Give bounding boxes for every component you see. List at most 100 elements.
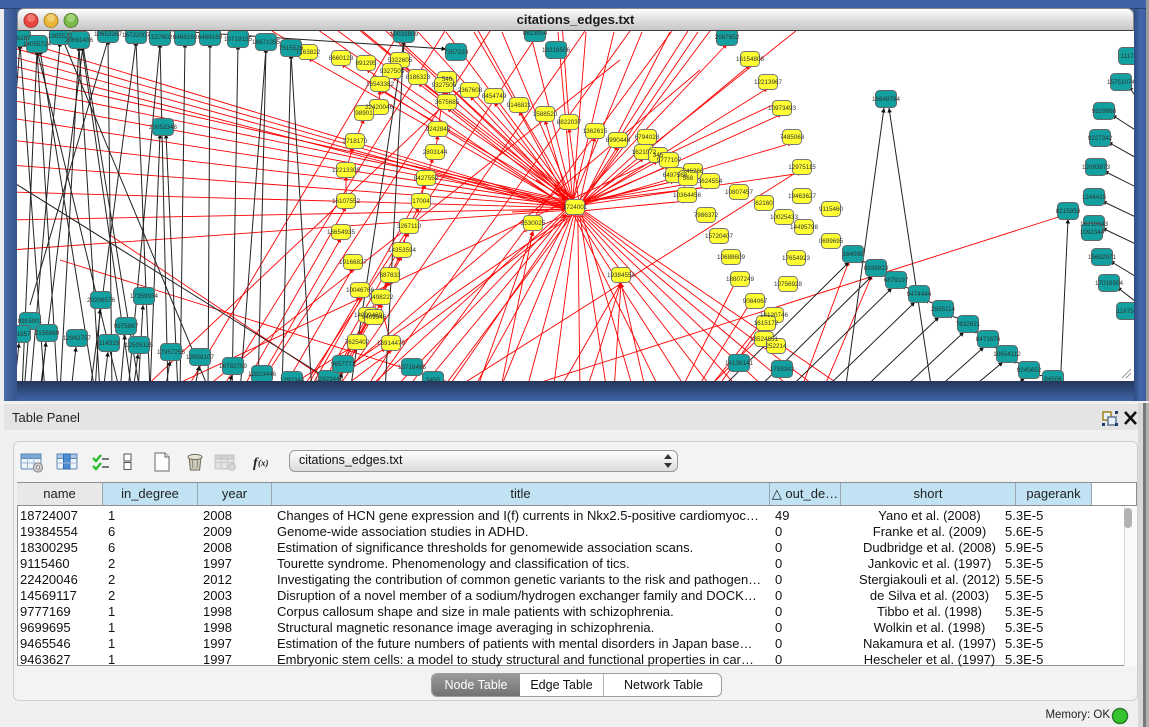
svg-text:8938923: 8938923 [864, 265, 889, 272]
svg-text:8813054: 8813054 [523, 31, 548, 37]
svg-text:12093873: 12093873 [1082, 164, 1111, 171]
svg-text:9327503: 9327503 [380, 68, 405, 75]
svg-text:9777107: 9777107 [657, 157, 682, 164]
svg-text:2087652: 2087652 [715, 34, 740, 41]
svg-text:7625402: 7625402 [345, 339, 370, 346]
svg-text:17957255: 17957255 [157, 349, 186, 356]
svg-text:9975867: 9975867 [114, 323, 139, 330]
svg-text:16543382: 16543382 [366, 81, 395, 88]
svg-text:98901: 98901 [355, 110, 373, 117]
svg-text:887833: 887833 [379, 272, 401, 279]
svg-text:16120746: 16120746 [760, 312, 789, 319]
svg-text:8186323: 8186323 [406, 74, 431, 81]
svg-text:5322605: 5322605 [388, 57, 413, 64]
svg-text:9409946: 9409946 [362, 314, 387, 321]
svg-text:8471676: 8471676 [976, 336, 1001, 343]
svg-text:1244415: 1244415 [1082, 194, 1107, 201]
svg-text:114519: 114519 [99, 340, 120, 347]
svg-text:10033809: 10033809 [390, 31, 419, 38]
svg-text:2803144: 2803144 [423, 149, 448, 156]
svg-text:9474444: 9474444 [907, 291, 932, 298]
svg-text:9329966: 9329966 [1092, 108, 1117, 115]
svg-text:20691406: 20691406 [65, 37, 94, 44]
svg-text:16782759: 16782759 [219, 363, 248, 370]
svg-text:1527602: 1527602 [148, 34, 173, 41]
svg-text:164095: 164095 [842, 251, 864, 258]
svg-text:9498222: 9498222 [369, 294, 394, 301]
svg-text:14055724: 14055724 [23, 41, 52, 48]
svg-text:12942757: 12942757 [63, 335, 92, 342]
svg-text:2935114: 2935114 [931, 306, 956, 313]
svg-text:12213309: 12213309 [332, 167, 361, 174]
svg-text:6466160: 6466160 [198, 34, 223, 41]
svg-text:391557: 391557 [17, 331, 31, 338]
svg-text:9227342: 9227342 [1088, 135, 1113, 142]
svg-text:746266: 746266 [682, 168, 704, 175]
svg-text:12975115: 12975115 [788, 164, 816, 171]
svg-text:10807457: 10807457 [725, 189, 754, 196]
svg-text:12505135: 12505135 [125, 342, 154, 349]
svg-text:8427552: 8427552 [414, 175, 439, 182]
svg-text:2530025: 2530025 [521, 220, 546, 227]
svg-text:16210643: 16210643 [1080, 221, 1109, 228]
svg-text:15720407: 15720407 [705, 233, 734, 240]
svg-text:9146821: 9146821 [507, 102, 532, 109]
svg-text:0699695: 0699695 [819, 238, 844, 245]
svg-text:11175: 11175 [1121, 53, 1134, 60]
svg-text:6879197: 6879197 [884, 277, 909, 284]
svg-text:7357224: 7357224 [444, 49, 469, 56]
svg-text:16654935: 16654935 [327, 229, 356, 236]
svg-text:17004: 17004 [412, 198, 430, 205]
svg-text:10046766: 10046766 [346, 287, 375, 294]
svg-text:9327505: 9327505 [432, 82, 457, 89]
svg-text:1724001: 1724001 [563, 204, 588, 211]
svg-text:14136141: 14136141 [725, 360, 754, 367]
svg-text:6794028: 6794028 [635, 134, 660, 141]
svg-text:14353594: 14353594 [388, 247, 417, 254]
svg-text:3675685: 3675685 [435, 99, 460, 106]
svg-text:3624554: 3624554 [698, 178, 723, 185]
svg-text:1092344: 1092344 [1080, 229, 1105, 236]
svg-text:2718170: 2718170 [343, 138, 368, 145]
svg-text:12823446: 12823446 [248, 371, 277, 378]
svg-text:9450: 9450 [426, 377, 441, 381]
svg-text:14495798: 14495798 [790, 224, 819, 231]
svg-text:16107552: 16107552 [332, 198, 361, 205]
svg-text:13524851: 13524851 [750, 336, 779, 343]
svg-text:1615172: 1615172 [754, 320, 779, 327]
svg-text:94506: 94506 [1044, 376, 1062, 381]
svg-text:1362615: 1362615 [583, 128, 608, 135]
svg-text:15751074: 15751074 [1107, 79, 1134, 86]
svg-text:9657771: 9657771 [331, 361, 356, 368]
svg-text:8660123: 8660123 [329, 55, 354, 62]
svg-text:16722007: 16722007 [122, 32, 151, 39]
svg-text:1292344: 1292344 [280, 377, 305, 381]
svg-text:9245652: 9245652 [1017, 367, 1042, 374]
svg-text:8215958: 8215958 [1056, 208, 1081, 215]
svg-text:116753: 116753 [1117, 308, 1134, 315]
svg-text:12213967: 12213967 [754, 79, 783, 86]
svg-text:10688609: 10688609 [717, 254, 746, 261]
svg-text:6466160: 6466160 [173, 34, 198, 41]
svg-text:10654112: 10654112 [993, 351, 1021, 358]
svg-text:10364456: 10364456 [673, 192, 702, 199]
svg-text:568: 568 [683, 175, 694, 182]
svg-text:62160: 62160 [755, 200, 773, 207]
svg-text:19218506: 19218506 [542, 47, 571, 54]
svg-text:(x): (x) [258, 458, 269, 468]
svg-text:17016504: 17016504 [1095, 280, 1124, 287]
svg-text:3267110: 3267110 [397, 223, 422, 230]
svg-text:7986372: 7986372 [694, 212, 719, 219]
svg-text:1588520: 1588520 [533, 111, 558, 118]
svg-text:9084067: 9084067 [743, 298, 768, 305]
svg-text:17654923: 17654923 [782, 255, 811, 262]
svg-text:16154808: 16154808 [736, 56, 765, 63]
svg-text:16914479: 16914479 [377, 340, 406, 347]
svg-text:891295: 891295 [355, 60, 377, 67]
svg-text:9115460: 9115460 [819, 206, 844, 213]
svg-text:19166827: 19166827 [339, 259, 368, 266]
svg-text:15692971: 15692971 [1088, 254, 1117, 261]
svg-text:10653267: 10653267 [94, 31, 123, 38]
svg-text:16671355: 16671355 [252, 39, 281, 46]
svg-text:8990448: 8990448 [606, 137, 631, 144]
